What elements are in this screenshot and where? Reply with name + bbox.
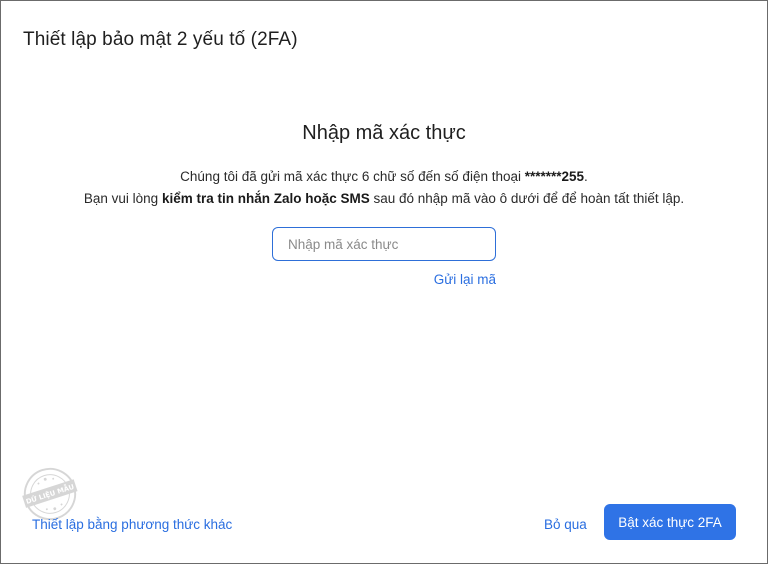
verification-heading: Nhập mã xác thực <box>302 122 466 144</box>
resend-code-link[interactable]: Gửi lại mã <box>434 272 496 287</box>
description-line-2-end: sau đó nhập mã vào ô dưới để để hoàn tất… <box>369 191 685 206</box>
sample-data-stamp: DỮ LIỆU MẪU <box>22 467 78 521</box>
description-line-2-emphasis: kiểm tra tin nhắn Zalo hoặc SMS <box>161 191 370 206</box>
masked-phone-number: *******255 <box>524 169 585 184</box>
skip-link[interactable]: Bỏ qua <box>544 517 587 532</box>
enable-2fa-button[interactable]: Bật xác thực 2FA <box>604 504 736 540</box>
description-line-1-text: Chúng tôi đã gửi mã xác thực 6 chữ số đế… <box>180 169 525 184</box>
resend-row: Gửi lại mã <box>272 271 496 289</box>
dialog-title: Thiết lập bảo mật 2 yếu tố (2FA) <box>23 29 298 50</box>
description-line-1: Chúng tôi đã gửi mã xác thực 6 chữ số đế… <box>1 166 767 188</box>
two-factor-setup-dialog: Thiết lập bảo mật 2 yếu tố (2FA) Nhập mã… <box>0 0 768 564</box>
description-line-2-text: Bạn vui lòng <box>83 191 162 206</box>
verification-description: Chúng tôi đã gửi mã xác thực 6 chữ số đế… <box>1 166 767 210</box>
verification-section: Nhập mã xác thực Chúng tôi đã gửi mã xác… <box>1 119 767 289</box>
description-line-1-end: . <box>584 169 588 184</box>
description-line-2: Bạn vui lòng kiểm tra tin nhắn Zalo hoặc… <box>1 188 767 210</box>
verification-code-input[interactable] <box>272 227 496 261</box>
other-method-link[interactable]: Thiết lập bằng phương thức khác <box>32 517 232 532</box>
